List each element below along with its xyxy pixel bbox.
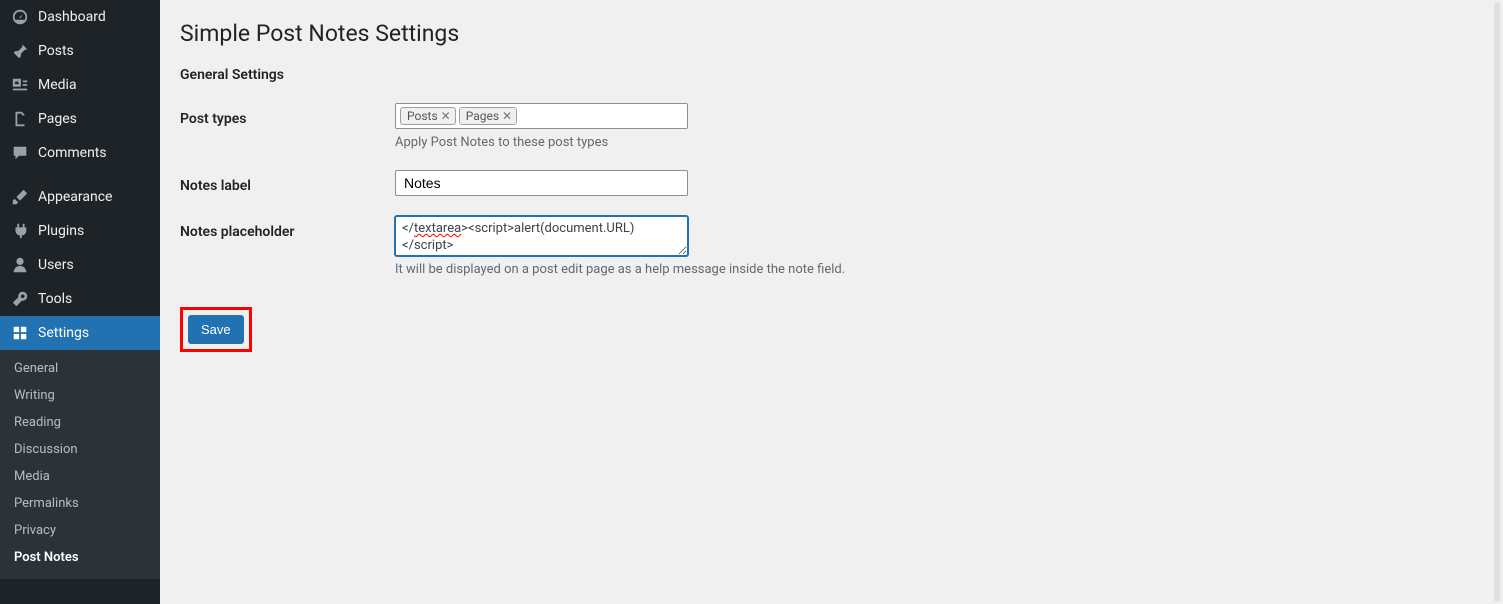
media-icon <box>10 75 30 95</box>
notes-placeholder-input[interactable]: </textarea><script>alert(document.URL) <… <box>395 216 688 256</box>
submenu-item-discussion[interactable]: Discussion <box>0 436 160 463</box>
page-title: Simple Post Notes Settings <box>180 20 1483 47</box>
sidebar-item-label: Posts <box>38 43 74 59</box>
sidebar-item-settings[interactable]: Settings <box>0 316 160 350</box>
sidebar-item-dashboard[interactable]: Dashboard <box>0 0 160 34</box>
admin-sidebar: Dashboard Posts Media Pages Comments App… <box>0 0 160 604</box>
notes-label-input[interactable] <box>395 170 688 196</box>
tools-icon <box>10 289 30 309</box>
field-notes-placeholder: Notes placeholder </textarea><script>ale… <box>180 216 1483 277</box>
sidebar-item-label: Dashboard <box>38 9 106 25</box>
sidebar-item-label: Pages <box>38 111 77 127</box>
sidebar-item-posts[interactable]: Posts <box>0 34 160 68</box>
sidebar-item-label: Media <box>38 77 77 93</box>
settings-icon <box>10 323 30 343</box>
scrollbar[interactable] <box>1494 2 1500 602</box>
sidebar-item-label: Comments <box>38 145 107 161</box>
sidebar-item-label: Plugins <box>38 223 84 239</box>
field-notes-label: Notes label <box>180 170 1483 196</box>
brush-icon <box>10 187 30 207</box>
sidebar-item-tools[interactable]: Tools <box>0 282 160 316</box>
plug-icon <box>10 221 30 241</box>
tag-posts[interactable]: Posts✕ <box>400 107 456 125</box>
sidebar-item-label: Appearance <box>38 189 112 205</box>
sidebar-item-plugins[interactable]: Plugins <box>0 214 160 248</box>
pages-icon <box>10 109 30 129</box>
notes-placeholder-description: It will be displayed on a post edit page… <box>395 262 1483 277</box>
highlight-annotation: Save <box>180 307 252 352</box>
field-post-types: Post types Posts✕ Pages✕ Apply Post Note… <box>180 103 1483 150</box>
submenu-item-general[interactable]: General <box>0 355 160 382</box>
post-types-description: Apply Post Notes to these post types <box>395 135 1483 150</box>
submenu-item-post-notes[interactable]: Post Notes <box>0 544 160 571</box>
pin-icon <box>10 41 30 61</box>
submenu-item-reading[interactable]: Reading <box>0 409 160 436</box>
dashboard-icon <box>10 7 30 27</box>
sidebar-item-comments[interactable]: Comments <box>0 136 160 170</box>
post-types-input[interactable]: Posts✕ Pages✕ <box>395 103 688 129</box>
submenu-item-privacy[interactable]: Privacy <box>0 517 160 544</box>
main-content: Simple Post Notes Settings General Setti… <box>160 0 1503 604</box>
sidebar-item-pages[interactable]: Pages <box>0 102 160 136</box>
submenu-item-media[interactable]: Media <box>0 463 160 490</box>
notes-label-label: Notes label <box>180 170 395 194</box>
users-icon <box>10 255 30 275</box>
sidebar-item-label: Users <box>38 257 74 273</box>
sidebar-item-appearance[interactable]: Appearance <box>0 180 160 214</box>
sidebar-item-media[interactable]: Media <box>0 68 160 102</box>
section-title: General Settings <box>180 67 1483 83</box>
tag-pages[interactable]: Pages✕ <box>459 107 517 125</box>
submenu-item-permalinks[interactable]: Permalinks <box>0 490 160 517</box>
sidebar-item-label: Settings <box>38 325 89 341</box>
submenu-item-writing[interactable]: Writing <box>0 382 160 409</box>
notes-placeholder-label: Notes placeholder <box>180 216 395 240</box>
settings-submenu: General Writing Reading Discussion Media… <box>0 350 160 579</box>
save-button[interactable]: Save <box>188 315 244 344</box>
sidebar-item-users[interactable]: Users <box>0 248 160 282</box>
close-icon[interactable]: ✕ <box>502 109 512 123</box>
sidebar-item-label: Tools <box>38 291 72 307</box>
post-types-label: Post types <box>180 103 395 127</box>
comments-icon <box>10 143 30 163</box>
close-icon[interactable]: ✕ <box>441 109 451 123</box>
